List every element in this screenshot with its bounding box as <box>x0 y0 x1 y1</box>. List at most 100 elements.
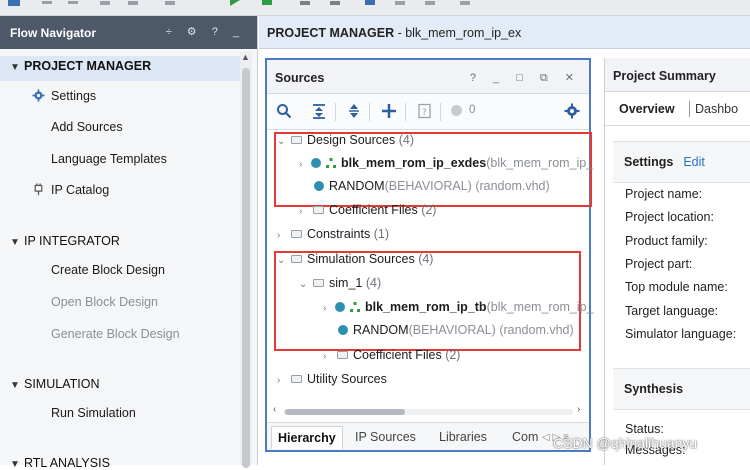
nav-item-language-templates[interactable]: Language Templates <box>51 152 167 166</box>
hierarchy-icon <box>326 158 336 168</box>
tree-count: (2) <box>421 203 437 217</box>
chevron-down-icon[interactable]: ▼ <box>10 380 24 391</box>
toolbar-icon[interactable] <box>460 1 470 5</box>
nav-item-ip-catalog[interactable]: IP Catalog <box>32 183 109 197</box>
tree-node-coefficient-files-2[interactable]: › Coefficient Files (2) <box>323 348 460 370</box>
nav-item-settings[interactable]: Settings <box>32 89 96 103</box>
tree-node-random-sim[interactable]: RANDOM(BEHAVIORAL) (random.vhd) <box>338 323 574 345</box>
toolbar-icon[interactable] <box>330 1 340 5</box>
folder-icon <box>313 279 324 287</box>
nav-section-simulation[interactable]: ▼ SIMULATION <box>10 377 99 391</box>
error-count: 0 <box>469 104 476 116</box>
nav-section-ip-integrator[interactable]: ▼ IP INTEGRATOR <box>10 234 120 248</box>
tree-count: (1) <box>373 227 389 241</box>
tab-divider <box>689 101 690 117</box>
sources-window-controls[interactable]: ? _ □ ⧉ ✕ <box>470 71 581 85</box>
scroll-left-icon[interactable]: ‹ <box>273 404 276 415</box>
toolbar-divider <box>405 103 406 121</box>
synthesis-label: Synthesis <box>624 382 684 396</box>
nav-item-add-sources[interactable]: Add Sources <box>51 120 123 134</box>
toolbar-icon[interactable] <box>68 1 78 4</box>
toolbar-icon[interactable] <box>8 0 20 6</box>
toolbar-icon[interactable] <box>300 1 310 5</box>
tree-node-coefficient-files-1[interactable]: › Coefficient Files (2) <box>299 203 436 225</box>
toolbar-icon[interactable] <box>128 1 138 5</box>
tree-label: Constraints <box>307 227 371 241</box>
tab-hierarchy[interactable]: Hierarchy <box>271 426 343 449</box>
page-title-project: - blk_mem_rom_ip_ex <box>394 26 522 40</box>
toolbar-icon[interactable] <box>100 1 110 5</box>
scroll-up-icon[interactable]: ▲ <box>241 52 250 62</box>
scroll-right-icon[interactable]: › <box>577 404 580 415</box>
top-module-detail: (blk_mem_rom_ip_ <box>486 156 594 170</box>
flow-navigator-controls[interactable]: ÷ ⚙ ? _ <box>166 25 245 38</box>
tree-node-utility-sources[interactable]: › Utility Sources <box>277 372 387 394</box>
nav-item-run-simulation[interactable]: Run Simulation <box>51 406 136 420</box>
chevron-right-icon[interactable]: › <box>323 303 335 314</box>
svg-text:?: ? <box>422 108 427 118</box>
expand-all-icon[interactable] <box>346 103 362 119</box>
gear-icon[interactable] <box>564 103 580 119</box>
toolbar-icon[interactable] <box>425 1 435 5</box>
chevron-down-icon[interactable]: ▼ <box>10 62 24 73</box>
tab-ip-sources[interactable]: IP Sources <box>355 430 416 444</box>
search-icon[interactable] <box>276 103 292 119</box>
tree-count: (4) <box>365 276 382 290</box>
tree-node-constraints[interactable]: › Constraints (1) <box>277 227 389 249</box>
chevron-right-icon[interactable]: › <box>277 230 289 241</box>
chevron-down-icon[interactable]: ⌄ <box>299 279 311 290</box>
edit-link[interactable]: Edit <box>683 155 705 169</box>
tree-node-sim-1[interactable]: ⌄ sim_1 (4) <box>299 276 381 298</box>
module-name: RANDOM <box>353 323 409 337</box>
nav-item-generate-block-design: Generate Block Design <box>51 327 180 341</box>
sources-toolbar: ? 0 <box>267 94 589 130</box>
status-dot-icon <box>451 105 462 116</box>
tab-libraries[interactable]: Libraries <box>439 430 487 444</box>
tab-compile-order[interactable]: Com <box>512 430 538 444</box>
nav-section-project-manager[interactable]: ▼ PROJECT MANAGER <box>10 59 151 73</box>
nav-section-rtl-analysis[interactable]: ▼ RTL ANALYSIS <box>10 456 110 470</box>
nav-item-create-block-design[interactable]: Create Block Design <box>51 263 165 277</box>
horizontal-scrollbar[interactable]: ‹ › <box>273 404 585 417</box>
section-label: SIMULATION <box>24 377 100 391</box>
gear-icon <box>32 89 45 102</box>
toolbar-icon[interactable] <box>42 1 52 4</box>
tree-node-design-sources[interactable]: ⌄ Design Sources (4) <box>277 133 414 155</box>
tab-dashboard[interactable]: Dashbo <box>695 102 738 116</box>
folder-icon <box>291 375 302 383</box>
flow-navigator: Flow Navigator ÷ ⚙ ? _ ▼ PROJECT MANAGER … <box>0 16 258 470</box>
chevron-right-icon[interactable]: › <box>323 351 335 362</box>
chevron-right-icon[interactable]: › <box>277 375 289 386</box>
project-manager-header: PROJECT MANAGER - blk_mem_rom_ip_ex <box>259 16 750 49</box>
toolbar-icon[interactable] <box>262 0 272 5</box>
toolbar-icon[interactable] <box>165 1 175 5</box>
tree-node-random-design[interactable]: RANDOM(BEHAVIORAL) (random.vhd) <box>314 179 550 201</box>
chevron-right-icon[interactable]: › <box>299 206 311 217</box>
chevron-down-icon[interactable]: ⌄ <box>277 255 289 266</box>
add-icon[interactable] <box>381 103 397 119</box>
section-label: PROJECT MANAGER <box>24 59 152 73</box>
scrollbar-thumb[interactable] <box>242 68 250 468</box>
module-type: (BEHAVIORAL) <box>408 323 496 337</box>
toolbar-icon[interactable] <box>365 0 375 5</box>
tree-count: (4) <box>418 252 434 266</box>
chevron-down-icon[interactable]: ⌄ <box>277 136 289 147</box>
unknown-source-icon[interactable]: ? <box>417 103 433 119</box>
tree-node-tb-top[interactable]: › blk_mem_rom_ip_tb(blk_mem_rom_ip_ <box>323 300 594 322</box>
folder-icon <box>313 206 324 214</box>
watermark: CSDN @qhinalihuanyu <box>553 435 698 451</box>
chevron-down-icon[interactable]: ▼ <box>10 237 24 248</box>
tree-node-exdes-top[interactable]: › blk_mem_rom_ip_exdes(blk_mem_rom_ip_ <box>299 156 593 178</box>
source-dot-icon <box>311 158 321 168</box>
run-icon[interactable] <box>230 0 240 6</box>
chevron-right-icon[interactable]: › <box>299 159 311 170</box>
field-status: Status: <box>625 422 664 436</box>
collapse-all-icon[interactable] <box>311 103 327 119</box>
navigator-scrollbar[interactable]: ▲ <box>240 52 252 468</box>
field-target-language: Target language: <box>625 304 719 318</box>
tree-node-simulation-sources[interactable]: ⌄ Simulation Sources (4) <box>277 252 433 274</box>
scrollbar-thumb[interactable] <box>285 409 405 415</box>
settings-label-text: Settings <box>624 155 674 169</box>
toolbar-icon[interactable] <box>395 1 405 5</box>
tab-overview[interactable]: Overview <box>619 102 675 116</box>
